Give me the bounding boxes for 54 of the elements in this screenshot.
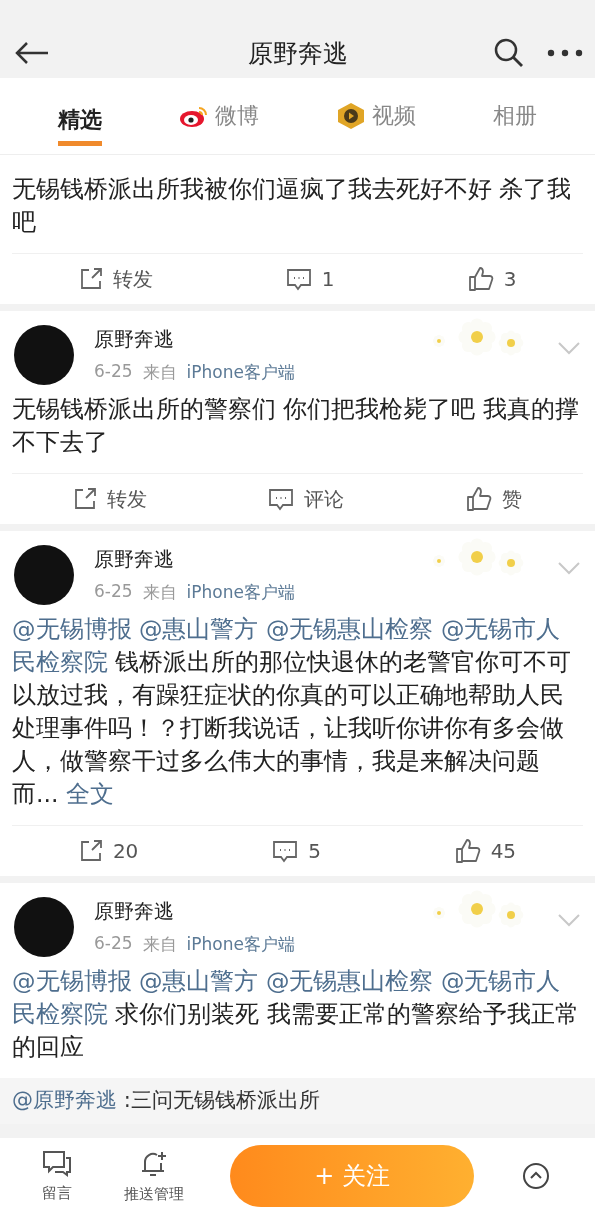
tab[interactable]: 视频 [371,91,416,141]
source-link[interactable]: iPhone客户端 [186,361,295,384]
post-date: 6-25 [94,933,133,955]
avatar[interactable] [14,897,74,957]
post-text: 无锡钱桥派出所的警察们 你们把我枪毙了吧 我真的撑不下去了 [12,394,580,458]
more-icon[interactable] [547,49,583,57]
push-settings-button[interactable]: 推送管理 [118,1147,190,1205]
weibo-logo-icon [179,104,210,128]
source-prefix: 来自 [142,361,177,384]
chat-icon [42,1149,72,1178]
like-button[interactable]: 45 [448,837,523,865]
avatar[interactable] [14,325,74,385]
repost-button[interactable]: 20 [72,838,145,864]
avatar[interactable] [14,545,74,605]
mention-link[interactable]: @原野奔逃 [12,1088,117,1112]
page-title: 原野奔逃 [246,37,349,70]
post-text: @无锡博报 @惠山警方 @无锡惠山检察 @无锡市人民检察院 钱桥派出所的那位快退休的老警官你可不可以放过我，有躁狂症状的你真的可以正确地帮助人民处理事件吗！？打断我说话，让我听你讲你有多会做人，做警察干过多么伟大的事情，我是来解决问题而... 全文 [12,614,573,810]
comment-icon [285,267,312,291]
comment-button[interactable]: 评论 [262,484,351,514]
author-name[interactable]: 原野奔逃 [94,326,295,353]
tab[interactable]: 相册 [492,91,537,141]
author-name[interactable]: 原野奔逃 [94,898,295,925]
repost-button[interactable]: 转发 [66,484,153,514]
quoted-post[interactable]: @原野奔逃 :三问无锡钱桥派出所 [0,1078,595,1124]
source-prefix: 来自 [142,933,177,956]
comment-icon [268,487,295,511]
author-name[interactable]: 原野奔逃 [94,546,295,573]
like-button[interactable]: 赞 [460,484,529,514]
source-link[interactable]: iPhone客户端 [186,581,295,604]
source-link[interactable]: iPhone客户端 [186,933,295,956]
message-button[interactable]: 留言 [36,1148,78,1204]
post-date: 6-25 [94,361,133,383]
scroll-to-top-icon[interactable] [522,1162,550,1190]
tab[interactable]: 微博 [215,91,260,141]
post-date: 6-25 [94,581,133,603]
share-icon [78,267,103,291]
share-icon [72,487,97,511]
post-text: 无锡钱桥派出所我被你们逼疯了我去死好不好 杀了我吧 [12,174,573,238]
thumbs-up-icon [466,486,493,512]
search-icon[interactable] [493,37,525,69]
like-button[interactable]: 3 [461,265,523,293]
thumbs-up-icon [454,838,481,864]
back-icon[interactable] [14,41,50,65]
comment-button[interactable]: 1 [279,266,341,292]
video-play-icon [335,102,366,130]
comment-icon [272,839,299,863]
quoted-text: @原野奔逃 :三问无锡钱桥派出所 [12,1088,320,1112]
source-prefix: 来自 [142,581,177,604]
post-text: @无锡博报 @惠山警方 @无锡惠山检察 @无锡市人民检察院 求你们别装死 我需要正常的警察给予我正常的回应 [12,966,580,1063]
repost-button[interactable]: 转发 [72,264,159,294]
share-icon [78,839,103,863]
thumbs-up-icon [467,266,494,292]
comment-button[interactable]: 5 [266,838,327,864]
tab[interactable]: 精选 [58,95,103,146]
